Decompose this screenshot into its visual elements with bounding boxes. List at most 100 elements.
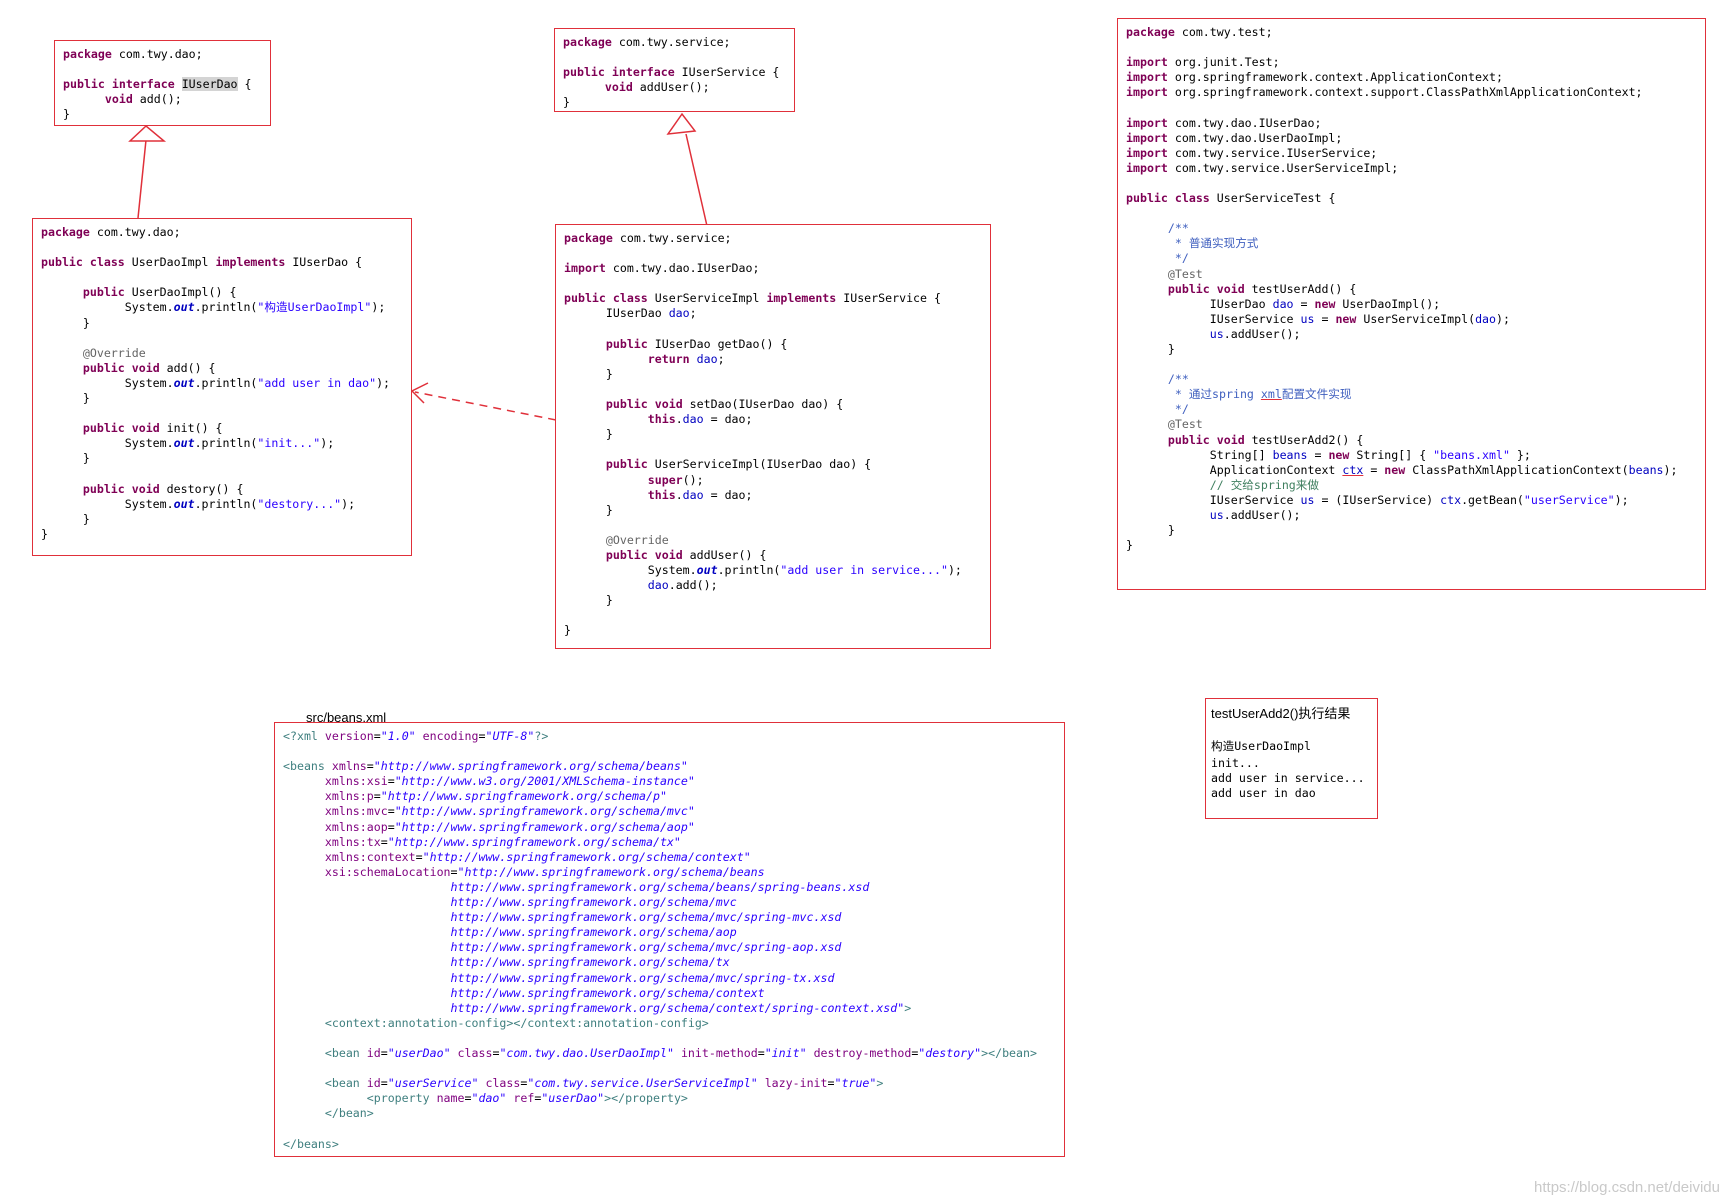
code-line: /** <box>1126 221 1697 236</box>
code-token: class <box>1174 191 1210 206</box>
code-token: IUserDao <box>564 306 669 321</box>
code-line: System.out.println("init..."); <box>41 436 403 451</box>
code-token: } <box>1126 538 1133 553</box>
code-token: lazy-init <box>764 1076 828 1091</box>
code-token: "http://www.springframework.org/schema/a… <box>394 819 695 834</box>
code-token: } <box>564 427 613 442</box>
code-token: super <box>647 472 683 487</box>
code-line: http://www.springframework.org/schema/mv… <box>283 895 1056 910</box>
code-line: xmlns:mvc="http://www.springframework.or… <box>283 804 1056 819</box>
code-token: . <box>675 487 683 502</box>
code-token: .addUser(); <box>1223 326 1301 341</box>
code-token: = <box>387 774 395 789</box>
code-token: init-method <box>680 1045 758 1060</box>
code-token: public <box>82 360 125 375</box>
code-token: "init..." <box>257 436 321 451</box>
code-token: ></bean> <box>981 1045 1037 1060</box>
code-token: "destory" <box>918 1045 982 1060</box>
code-line: </beans> <box>283 1137 1056 1152</box>
code-token: ; <box>717 351 725 366</box>
code-token: "add user in service..." <box>780 563 948 578</box>
code-token: } <box>564 366 613 381</box>
code-token: dao <box>682 412 704 427</box>
code-token: ); <box>1663 462 1678 477</box>
code-token: ); <box>1614 492 1629 507</box>
code-token: <bean <box>324 1045 367 1060</box>
code-token: = <box>387 819 395 834</box>
code-token: http://www.springframework.org/schema/mv… <box>450 970 835 985</box>
code-token: ); <box>1496 311 1510 326</box>
code-line: public void setDao(IUserDao dao) { <box>564 397 982 412</box>
code-token: com.twy.dao; <box>111 47 203 61</box>
watermark: https://blog.csdn.net/deividu <box>1534 1179 1720 1196</box>
code-line: } <box>1126 523 1697 538</box>
code-token: .println( <box>194 496 258 511</box>
code-token: com.twy.dao.IUserDao; <box>605 261 760 276</box>
code-token: void <box>131 481 160 496</box>
code-token: 配置文件实现 <box>1281 387 1352 402</box>
code-token: public <box>82 421 125 436</box>
code-token: } <box>564 593 613 608</box>
code-token: "userDao" <box>387 1045 451 1060</box>
code-token: testUserAdd2() { <box>1244 432 1364 447</box>
code-line: System.out.println("add user in dao"); <box>41 376 403 391</box>
code-line: public void init() { <box>41 421 403 436</box>
code-line: @Override <box>41 346 403 361</box>
code-token: "http://www.springframework.org/schema/p… <box>380 789 667 804</box>
code-line: dao.add(); <box>564 578 982 593</box>
code-token: .println( <box>717 563 781 578</box>
code-token: System. <box>41 300 174 315</box>
code-token: public <box>41 255 83 270</box>
code-token: http://www.springframework.org/schema/co… <box>450 1000 905 1015</box>
code-token: = <box>373 729 381 743</box>
code-line: */ <box>1126 251 1697 266</box>
code-line: public interface IUserService { <box>563 65 786 80</box>
code-token: "com.twy.service.UserServiceImpl" <box>527 1076 758 1091</box>
dependency-arrowhead <box>410 382 429 404</box>
code-line: * 通过spring xml配置文件实现 <box>1126 387 1697 402</box>
code-token: void <box>654 397 683 412</box>
code-line: public IUserDao getDao() { <box>564 337 982 352</box>
code-token: class <box>485 1076 521 1091</box>
code-token: .println( <box>194 436 258 451</box>
code-token: add() { <box>159 360 216 375</box>
code-line: } <box>563 95 786 110</box>
code-line: */ <box>1126 402 1697 417</box>
userserviceimpl-implements-arrowhead <box>666 112 697 135</box>
code-token: System. <box>41 375 174 390</box>
code-token: IUserService { <box>674 65 780 80</box>
code-token: public <box>605 457 648 472</box>
code-line: public void destory() { <box>41 482 403 497</box>
code-token: } <box>564 623 571 638</box>
code-token: } <box>1126 341 1175 356</box>
code-token: com.twy.service; <box>612 231 732 245</box>
code-token: init() { <box>159 421 223 436</box>
code-line: </bean> <box>283 1106 1056 1121</box>
code-token: org.springframework.context.support.Clas… <box>1167 85 1643 100</box>
code-token: } <box>41 451 90 466</box>
code-token: xml <box>1260 387 1282 402</box>
code-token: import <box>1126 145 1168 160</box>
code-token: out <box>173 496 195 511</box>
userdaoimpl-code-box: package com.twy.dao; public class UserDa… <box>32 218 412 556</box>
code-token: ); <box>371 300 386 315</box>
